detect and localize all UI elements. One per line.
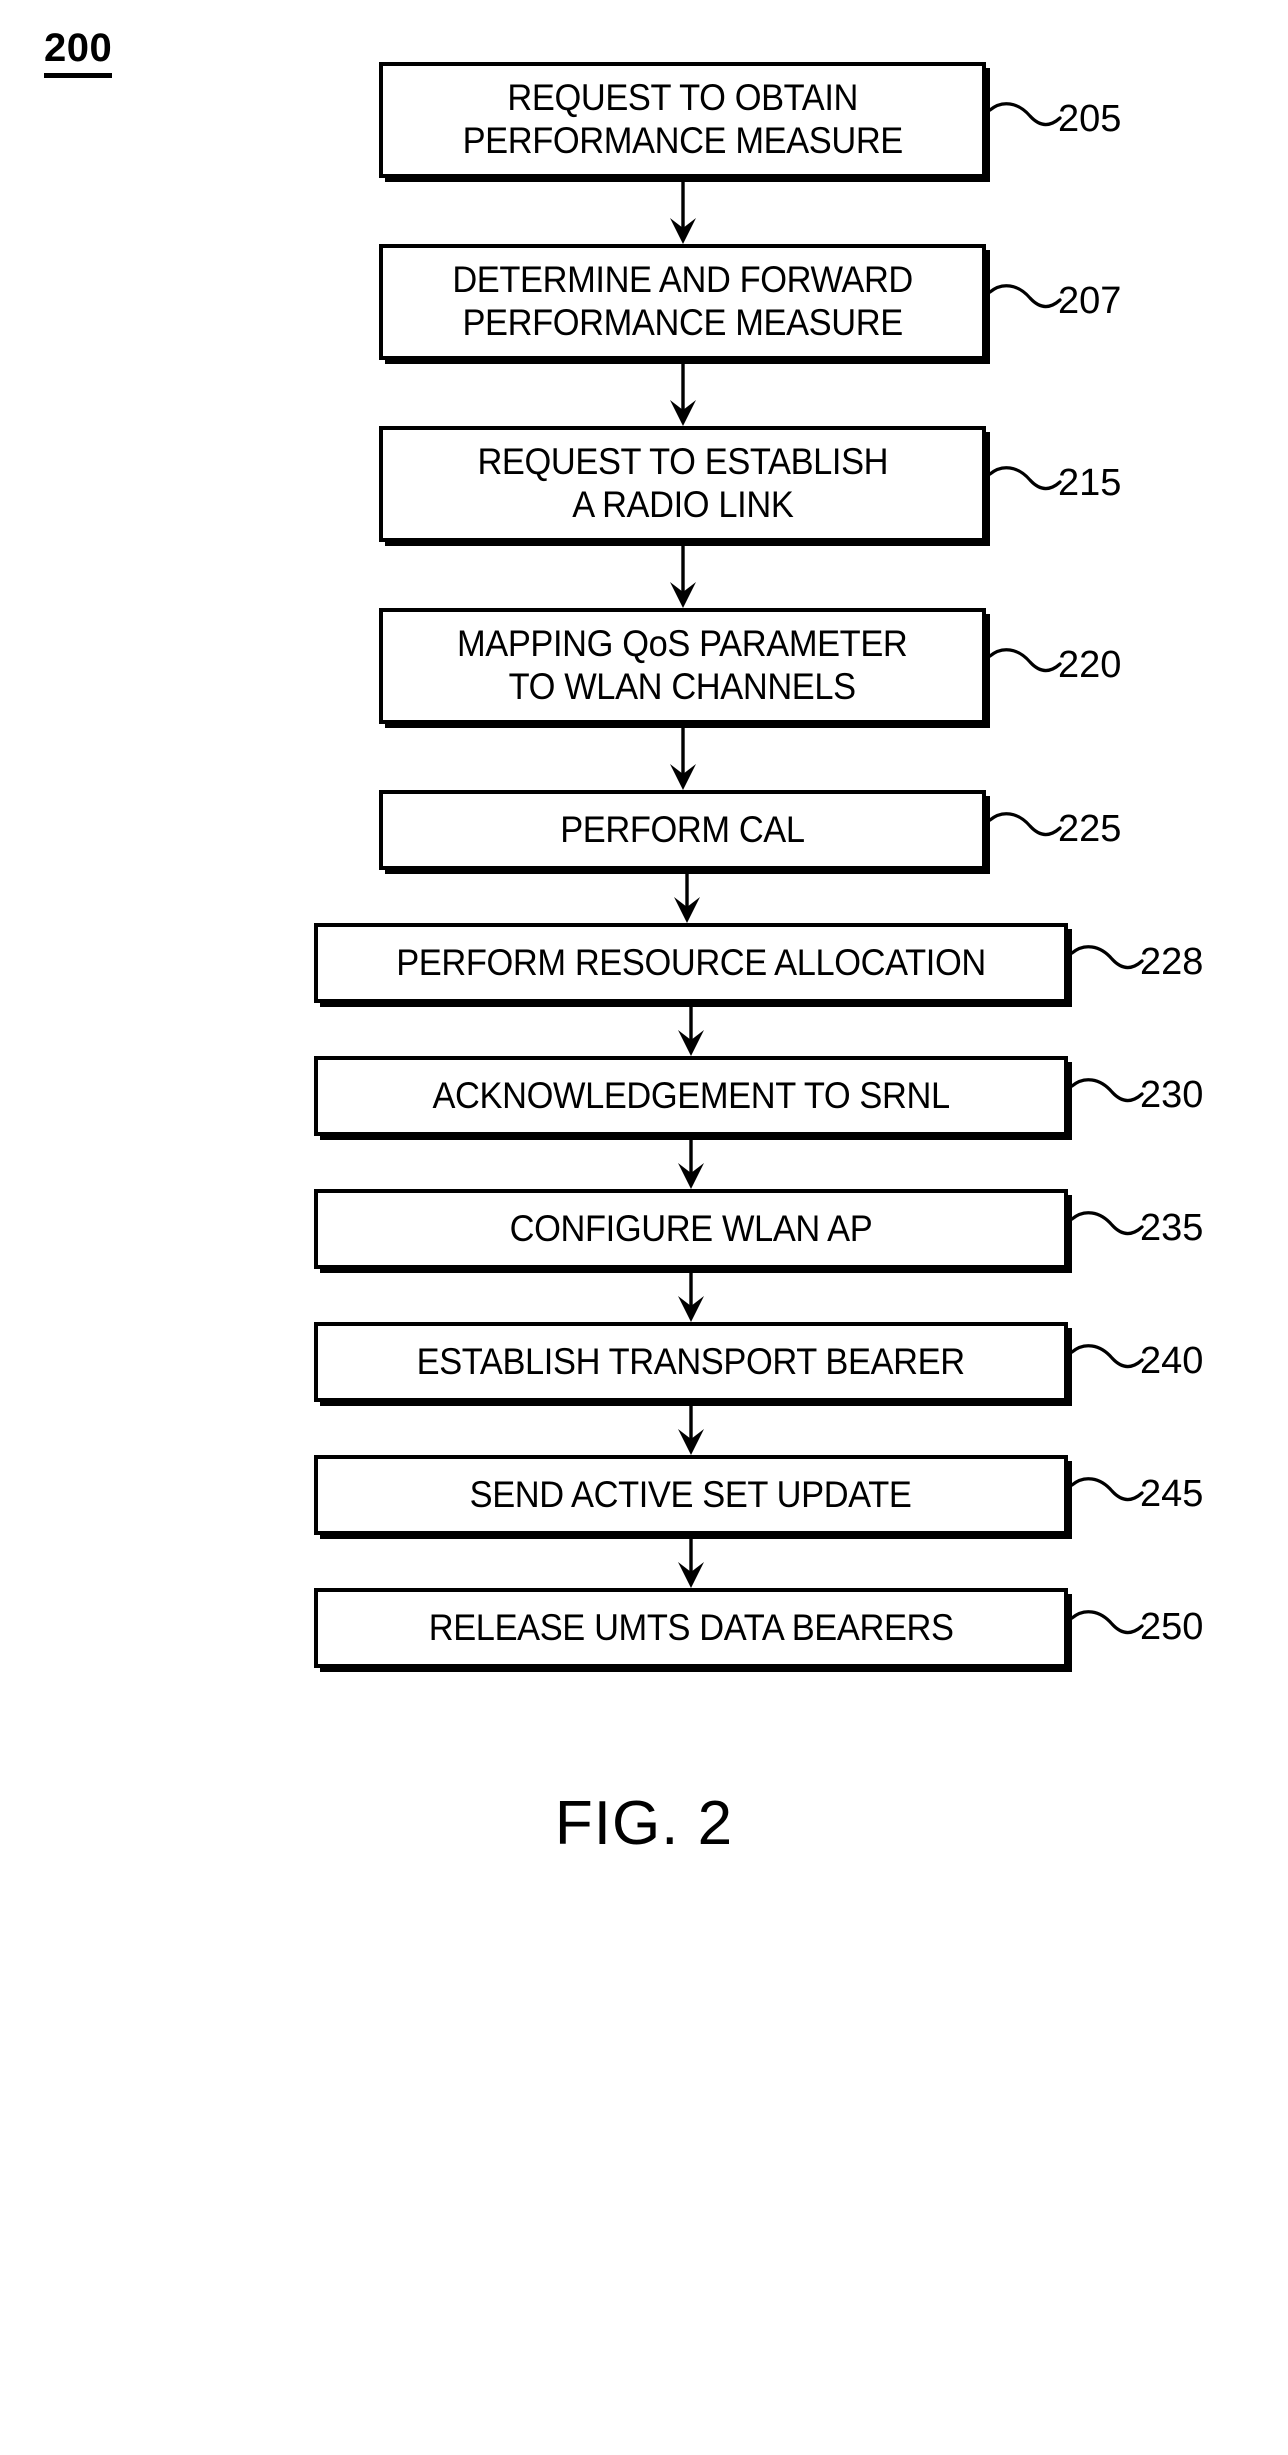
flow-step-250: RELEASE UMTS DATA BEARERS	[314, 1588, 1068, 1668]
reference-number-215: 215	[1058, 462, 1122, 504]
reference-number-207: 207	[1058, 280, 1122, 322]
reference-leader-line-215	[988, 458, 1062, 510]
connector-arrow-245-to-250	[671, 1535, 711, 1588]
connector-arrow-228-to-230	[671, 1003, 711, 1056]
reference-leader-line-240	[1070, 1336, 1144, 1388]
flow-step-228: PERFORM RESOURCE ALLOCATION	[314, 923, 1068, 1003]
flow-step-label: REQUEST TO OBTAIN PERFORMANCE MEASURE	[462, 77, 903, 161]
reference-leader-line-205	[988, 94, 1062, 146]
flow-step-label: CONFIGURE WLAN AP	[509, 1207, 873, 1249]
reference-leader-line-230	[1070, 1070, 1144, 1122]
reference-leader-line-245	[1070, 1469, 1144, 1521]
flow-step-label: REQUEST TO ESTABLISH A RADIO LINK	[477, 441, 888, 525]
flow-step-215: REQUEST TO ESTABLISH A RADIO LINK	[379, 426, 986, 542]
reference-number-245: 245	[1140, 1473, 1204, 1515]
flow-step-230: ACKNOWLEDGEMENT TO SRNL	[314, 1056, 1068, 1136]
connector-arrow-207-to-215	[663, 360, 703, 426]
flow-step-240: ESTABLISH TRANSPORT BEARER	[314, 1322, 1068, 1402]
flow-step-label: PERFORM CAL	[560, 808, 805, 850]
connector-arrow-240-to-245	[671, 1402, 711, 1455]
flow-step-label: MAPPING QoS PARAMETER TO WLAN CHANNELS	[457, 623, 908, 707]
flow-step-label: ESTABLISH TRANSPORT BEARER	[416, 1340, 966, 1382]
flow-step-207: DETERMINE AND FORWARD PERFORMANCE MEASUR…	[379, 244, 986, 360]
flow-step-label: ACKNOWLEDGEMENT TO SRNL	[432, 1074, 950, 1116]
figure-caption: FIG. 2	[554, 1789, 734, 1858]
connector-arrow-230-to-235	[671, 1136, 711, 1189]
reference-leader-line-225	[988, 804, 1062, 856]
flow-step-label: PERFORM RESOURCE ALLOCATION	[396, 941, 986, 983]
flow-step-label: DETERMINE AND FORWARD PERFORMANCE MEASUR…	[452, 259, 913, 343]
figure-reference-number: 200	[44, 28, 113, 78]
connector-arrow-215-to-220	[663, 542, 703, 608]
flow-step-245: SEND ACTIVE SET UPDATE	[314, 1455, 1068, 1535]
reference-leader-line-220	[988, 640, 1062, 692]
flow-step-235: CONFIGURE WLAN AP	[314, 1189, 1068, 1269]
reference-leader-line-207	[988, 276, 1062, 328]
reference-number-250: 250	[1140, 1606, 1204, 1648]
flow-step-label: SEND ACTIVE SET UPDATE	[470, 1473, 912, 1515]
connector-arrow-235-to-240	[671, 1269, 711, 1322]
reference-number-220: 220	[1058, 644, 1122, 686]
flow-step-205: REQUEST TO OBTAIN PERFORMANCE MEASURE	[379, 62, 986, 178]
flow-step-220: MAPPING QoS PARAMETER TO WLAN CHANNELS	[379, 608, 986, 724]
reference-number-235: 235	[1140, 1207, 1204, 1249]
connector-arrow-225-to-228	[667, 870, 707, 923]
flow-step-225: PERFORM CAL	[379, 790, 986, 870]
reference-number-230: 230	[1140, 1074, 1204, 1116]
reference-number-240: 240	[1140, 1340, 1204, 1382]
flow-step-label: RELEASE UMTS DATA BEARERS	[428, 1606, 954, 1648]
reference-leader-line-228	[1070, 937, 1144, 989]
reference-leader-line-235	[1070, 1203, 1144, 1255]
reference-number-228: 228	[1140, 941, 1204, 983]
connector-arrow-205-to-207	[663, 178, 703, 244]
connector-arrow-220-to-225	[663, 724, 703, 790]
reference-number-205: 205	[1058, 98, 1122, 140]
reference-leader-line-250	[1070, 1602, 1144, 1654]
patent-figure-canvas: 200 REQUEST TO OBTAIN PERFORMANCE MEASUR…	[0, 0, 1288, 2455]
reference-number-225: 225	[1058, 808, 1122, 850]
